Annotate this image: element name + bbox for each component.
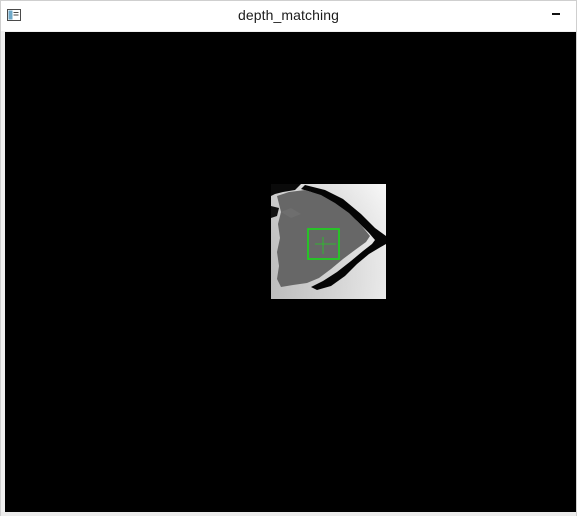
minimize-icon	[552, 13, 560, 15]
window-title: depth_matching	[237, 7, 340, 23]
depth-patch	[271, 184, 386, 299]
image-viewport[interactable]	[5, 32, 576, 512]
title-bar[interactable]: depth_matching	[1, 1, 576, 31]
minimize-button[interactable]	[546, 4, 568, 26]
window-bottom-edge	[1, 512, 576, 516]
app-window: depth_matching	[0, 0, 577, 516]
